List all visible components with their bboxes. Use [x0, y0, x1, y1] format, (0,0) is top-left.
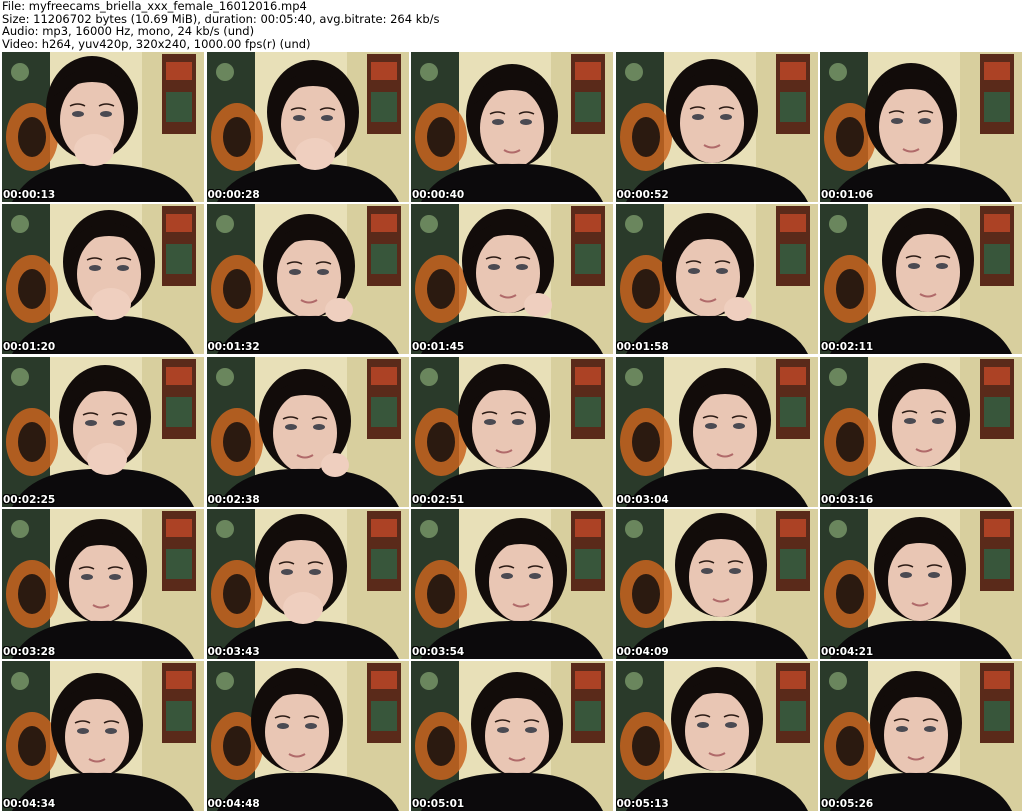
video-frame-thumbnail: 00:03:28 — [2, 508, 204, 659]
frame-timestamp: 00:05:01 — [412, 798, 465, 810]
video-frame-thumbnail: 00:04:48 — [206, 661, 409, 811]
video-frame-thumbnail: 00:02:25 — [2, 356, 204, 507]
frame-image — [2, 204, 204, 355]
video-frame-thumbnail: 00:01:32 — [206, 204, 409, 355]
frame-image — [206, 661, 409, 811]
frame-timestamp: 00:02:38 — [207, 493, 260, 506]
video-frame-thumbnail: 00:05:01 — [411, 661, 613, 811]
frame-image — [820, 508, 1022, 659]
video-frame-thumbnail: 00:01:06 — [820, 52, 1022, 202]
frame-timestamp: 00:00:52 — [616, 189, 669, 201]
frame-timestamp: 00:01:20 — [3, 341, 56, 354]
frame-image — [411, 204, 613, 355]
video-frame-thumbnail: 00:02:38 — [206, 356, 409, 507]
frame-timestamp: 00:05:13 — [616, 798, 669, 810]
frame-image — [615, 508, 818, 659]
frame-timestamp: 00:05:26 — [821, 798, 874, 810]
video-frame-thumbnail: 00:05:13 — [615, 661, 818, 811]
frame-image — [411, 356, 613, 507]
frame-image — [411, 508, 613, 659]
frame-image — [206, 52, 409, 202]
video-frame-thumbnail: 00:04:34 — [2, 661, 204, 811]
video-frame-thumbnail: 00:01:45 — [411, 204, 613, 355]
video-frame-thumbnail: 00:03:43 — [206, 508, 409, 659]
frame-image — [206, 204, 409, 355]
video-info-line: Video: h264, yuv420p, 320x240, 1000.00 f… — [2, 36, 311, 51]
frame-image — [2, 661, 204, 811]
video-frame-thumbnail: 00:02:11 — [820, 204, 1022, 355]
frame-timestamp: 00:03:28 — [3, 645, 56, 658]
frame-timestamp: 00:02:11 — [821, 341, 874, 354]
video-frame-thumbnail: 00:00:28 — [206, 52, 409, 202]
video-frame-thumbnail: 00:02:51 — [411, 356, 613, 507]
frame-timestamp: 00:04:34 — [3, 798, 56, 810]
video-frame-thumbnail: 00:00:13 — [2, 52, 204, 202]
frame-timestamp: 00:00:40 — [412, 189, 465, 201]
frame-timestamp: 00:03:16 — [821, 493, 874, 506]
video-frame-thumbnail: 00:04:21 — [820, 508, 1022, 659]
video-frame-thumbnail: 00:03:04 — [615, 356, 818, 507]
frame-image — [615, 661, 818, 811]
frame-image — [206, 356, 409, 507]
frame-timestamp: 00:04:48 — [207, 798, 260, 810]
frame-image — [206, 508, 409, 659]
frame-timestamp: 00:04:21 — [821, 645, 874, 658]
frame-image — [820, 204, 1022, 355]
audio-info-line: Audio: mp3, 16000 Hz, mono, 24 kb/s (und… — [2, 24, 255, 38]
frame-image — [820, 52, 1022, 202]
frame-image — [615, 52, 818, 202]
frame-timestamp: 00:01:58 — [616, 341, 669, 354]
video-frame-thumbnail: 00:01:20 — [2, 204, 204, 355]
frame-image — [820, 661, 1022, 811]
frame-image — [615, 356, 818, 507]
frame-timestamp: 00:03:43 — [207, 645, 260, 658]
frame-timestamp: 00:02:25 — [3, 493, 56, 506]
frame-image — [615, 204, 818, 355]
frame-timestamp: 00:00:28 — [207, 189, 260, 201]
file-info-header: File: myfreecams_briella_xxx_female_1601… — [2, 0, 440, 50]
video-frame-thumbnail: 00:03:54 — [411, 508, 613, 659]
frame-image — [2, 356, 204, 507]
frame-timestamp: 00:04:09 — [616, 645, 669, 658]
video-frame-thumbnail: 00:04:09 — [615, 508, 818, 659]
frame-timestamp: 00:02:51 — [412, 493, 465, 506]
frame-image — [2, 52, 204, 202]
video-frame-thumbnail: 00:00:40 — [411, 52, 613, 202]
frame-image — [820, 356, 1022, 507]
frame-timestamp: 00:00:13 — [3, 189, 56, 201]
frame-timestamp: 00:03:04 — [616, 493, 669, 506]
frame-timestamp: 00:01:45 — [412, 341, 465, 354]
frame-image — [411, 661, 613, 811]
thumbnail-grid: 00:00:13 00:00:28 00:00:40 00:00:52 00:0… — [2, 52, 1022, 811]
file-name-line: File: myfreecams_briella_xxx_female_1601… — [2, 0, 307, 13]
video-frame-thumbnail: 00:01:58 — [615, 204, 818, 355]
video-frame-thumbnail: 00:00:52 — [615, 52, 818, 202]
frame-timestamp: 00:03:54 — [412, 645, 465, 658]
frame-image — [2, 508, 204, 659]
frame-image — [411, 52, 613, 202]
frame-timestamp: 00:01:32 — [207, 341, 260, 354]
video-frame-thumbnail: 00:03:16 — [820, 356, 1022, 507]
video-frame-thumbnail: 00:05:26 — [820, 661, 1022, 811]
frame-timestamp: 00:01:06 — [821, 189, 874, 201]
